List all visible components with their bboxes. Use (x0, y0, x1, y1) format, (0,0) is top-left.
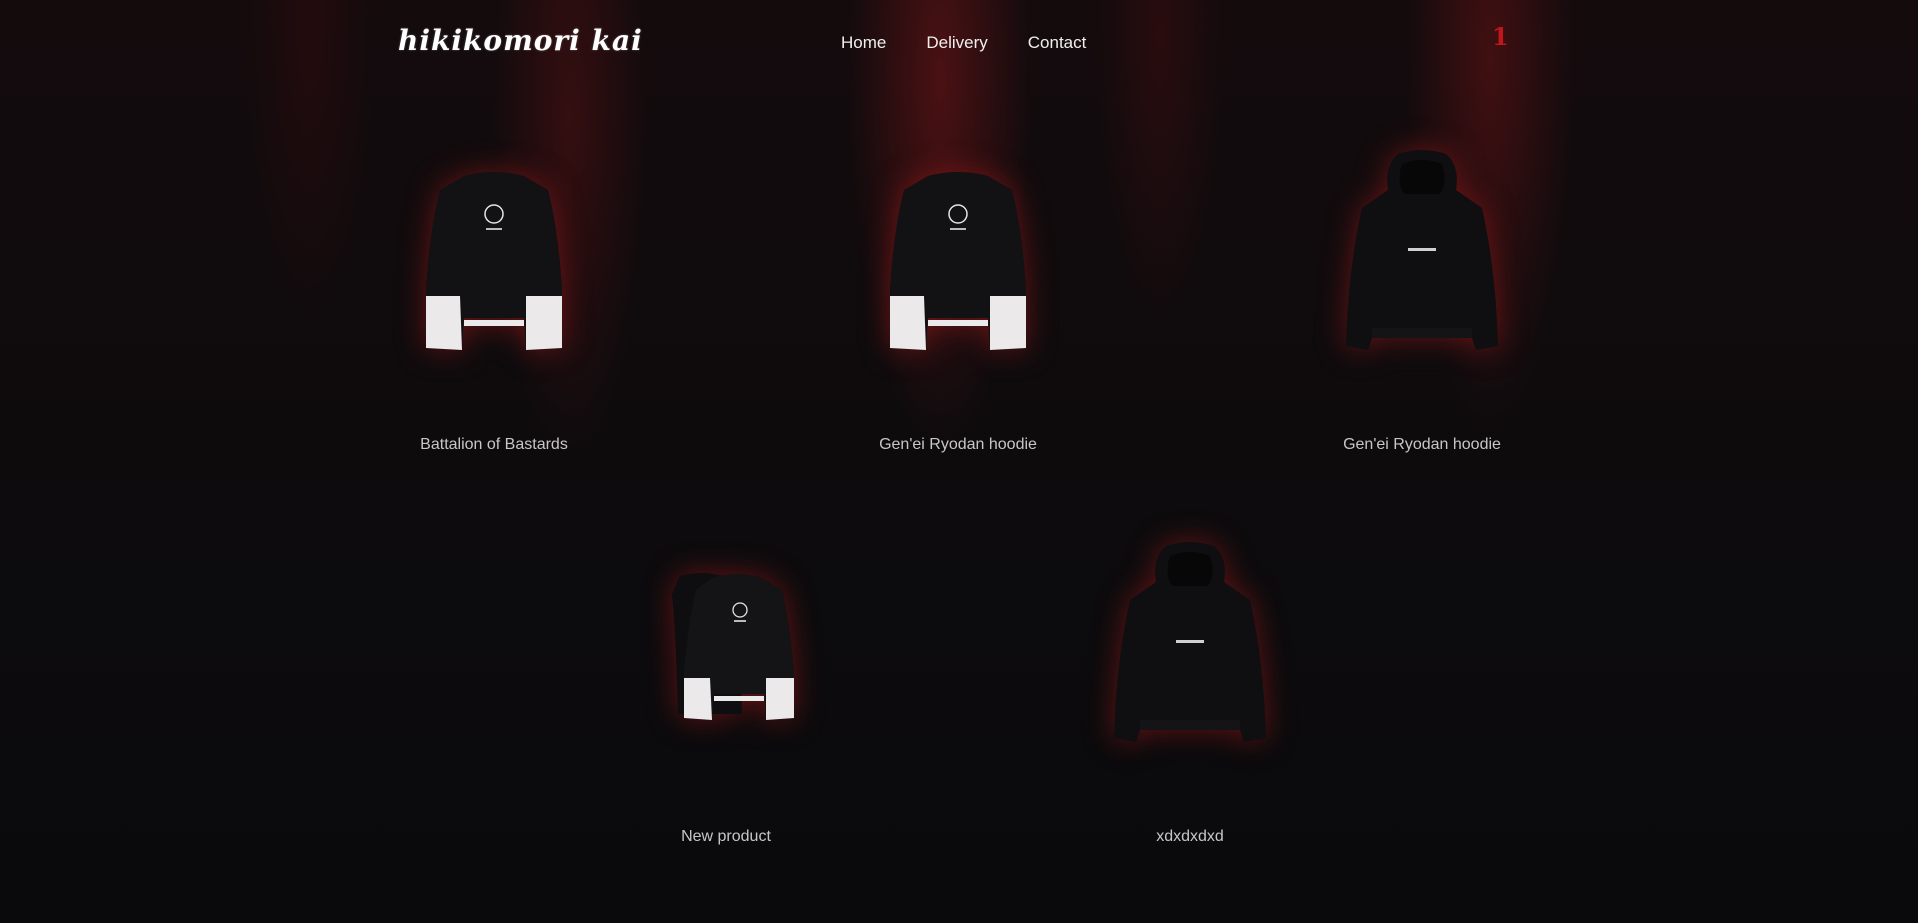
product-image[interactable] (344, 162, 644, 402)
product-name[interactable]: xdxdxdxd (1040, 828, 1340, 846)
longsleeve-white-cuffs-icon (426, 172, 562, 350)
product-name[interactable]: Gen'ei Ryodan hoodie (808, 436, 1108, 454)
product-card[interactable]: Gen'ei Ryodan hoodie (1272, 150, 1572, 453)
black-hoodie-icon (1346, 150, 1498, 350)
longsleeve-pair-icon (672, 573, 794, 720)
product-card[interactable]: Battalion of Bastards (344, 162, 644, 453)
product-image[interactable] (576, 554, 876, 794)
main-nav: Home Delivery Contact (841, 33, 1086, 53)
product-name[interactable]: New product (576, 828, 876, 846)
product-card[interactable]: xdxdxdxd (1040, 542, 1340, 845)
product-image[interactable] (1040, 542, 1340, 794)
brand-logo[interactable]: hikikomori kai (398, 24, 643, 57)
cart-count-badge[interactable]: 1 (1492, 22, 1509, 51)
page-background (0, 0, 1918, 923)
product-name[interactable]: Battalion of Bastards (344, 436, 644, 454)
product-card[interactable]: Gen'ei Ryodan hoodie (808, 162, 1108, 453)
product-card[interactable]: New product (576, 554, 876, 845)
product-image[interactable] (808, 162, 1108, 402)
longsleeve-white-cuffs-icon (890, 172, 1026, 350)
nav-delivery-link[interactable]: Delivery (926, 33, 987, 53)
nav-home-link[interactable]: Home (841, 33, 886, 53)
product-image[interactable] (1272, 150, 1572, 402)
black-hoodie-icon (1114, 542, 1266, 742)
nav-contact-link[interactable]: Contact (1028, 33, 1087, 53)
site-header: hikikomori kai Home Delivery Contact 1 (0, 0, 1918, 86)
product-name[interactable]: Gen'ei Ryodan hoodie (1272, 436, 1572, 454)
